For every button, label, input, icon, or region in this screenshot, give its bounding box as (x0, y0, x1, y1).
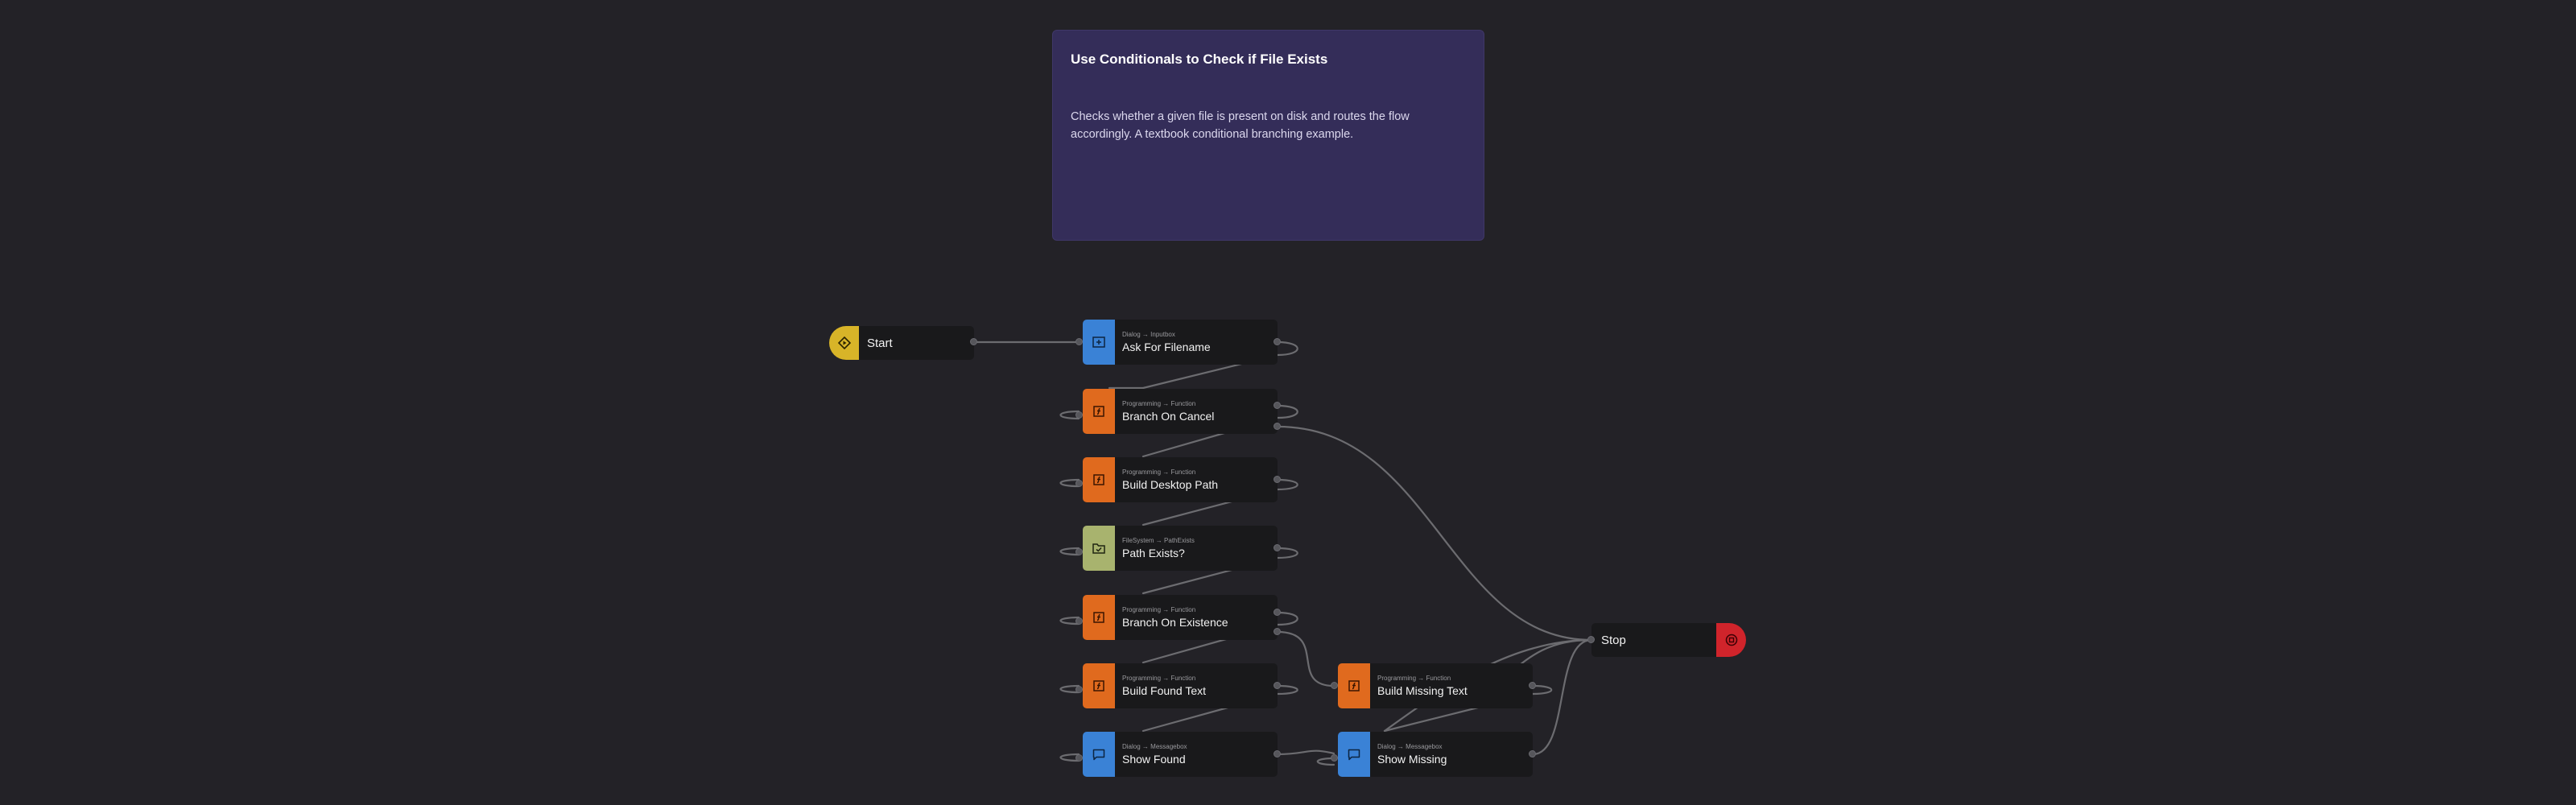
input-box-icon (1083, 320, 1115, 365)
node-foundtext-title: Build Found Text (1122, 684, 1207, 697)
node-build-desktop-path[interactable]: Programming → Function Build Desktop Pat… (1083, 457, 1278, 502)
port-showfound-in[interactable] (1075, 754, 1083, 762)
node-branch-cancel-title: Branch On Cancel (1122, 410, 1215, 423)
node-missingtext-meta: Programming → Function (1377, 675, 1451, 682)
node-stop[interactable]: Stop (1591, 623, 1746, 657)
node-desktop-title: Build Desktop Path (1122, 478, 1219, 491)
port-showmissing-in[interactable] (1331, 754, 1338, 762)
node-showfound-title: Show Found (1122, 753, 1186, 766)
port-showfound-out[interactable] (1274, 750, 1281, 758)
node-show-missing[interactable]: Dialog → Messagebox Show Missing (1338, 732, 1533, 777)
flow-canvas[interactable]: Use Conditionals to Check if File Exists… (0, 0, 2576, 805)
function-icon (1083, 457, 1115, 502)
function-icon (1338, 663, 1370, 708)
node-foundtext-meta: Programming → Function (1122, 675, 1196, 682)
node-pathexists-title: Path Exists? (1122, 547, 1185, 559)
stop-icon (1716, 623, 1746, 657)
port-desktop-in[interactable] (1075, 480, 1083, 487)
port-pathexists-in[interactable] (1075, 548, 1083, 555)
comment-title: Use Conditionals to Check if File Exists (1071, 52, 1328, 67)
port-foundtext-in[interactable] (1075, 686, 1083, 693)
node-desktop-meta: Programming → Function (1122, 469, 1196, 476)
port-ask-in[interactable] (1075, 338, 1083, 345)
node-missingtext-title: Build Missing Text (1377, 684, 1468, 697)
node-stop-title: Stop (1601, 634, 1626, 647)
port-missingtext-in[interactable] (1331, 682, 1338, 689)
wire-showfound-to-showmissing (1276, 749, 1335, 756)
port-branch-cancel-out-true[interactable] (1274, 402, 1281, 409)
message-box-icon (1083, 732, 1115, 777)
play-diamond-icon (829, 326, 859, 360)
port-start-out[interactable] (970, 338, 977, 345)
node-path-exists[interactable]: FileSystem → PathExists Path Exists? (1083, 526, 1278, 571)
node-build-missing-text[interactable]: Programming → Function Build Missing Tex… (1338, 663, 1533, 708)
port-existence-in[interactable] (1075, 617, 1083, 625)
node-pathexists-meta: FileSystem → PathExists (1122, 537, 1195, 544)
node-showmissing-title: Show Missing (1377, 753, 1447, 766)
port-ask-out[interactable] (1274, 338, 1281, 345)
comment-box[interactable]: Use Conditionals to Check if File Exists… (1052, 30, 1484, 241)
node-build-found-text[interactable]: Programming → Function Build Found Text (1083, 663, 1278, 708)
node-existence-meta: Programming → Function (1122, 606, 1196, 613)
node-branch-on-existence[interactable]: Programming → Function Branch On Existen… (1083, 595, 1278, 640)
node-ask-for-filename[interactable]: Dialog → Inputbox Ask For Filename (1083, 320, 1278, 365)
function-icon (1083, 595, 1115, 640)
port-existence-out-false[interactable] (1274, 628, 1281, 635)
wire-existence-to-missingtext (1276, 630, 1335, 687)
port-desktop-out[interactable] (1274, 476, 1281, 483)
wire-cancel-to-stop (1276, 425, 1593, 642)
port-missingtext-out[interactable] (1529, 682, 1536, 689)
node-showmissing-meta: Dialog → Messagebox (1377, 743, 1443, 750)
node-start[interactable]: Start (829, 326, 974, 360)
function-icon (1083, 389, 1115, 434)
node-start-title: Start (867, 336, 893, 350)
folder-check-icon (1083, 526, 1115, 571)
port-foundtext-out[interactable] (1274, 682, 1281, 689)
function-icon (1083, 663, 1115, 708)
node-existence-title: Branch On Existence (1122, 616, 1228, 629)
node-ask-title: Ask For Filename (1122, 341, 1211, 353)
node-branch-on-cancel[interactable]: Programming → Function Branch On Cancel (1083, 389, 1278, 434)
node-ask-meta: Dialog → Inputbox (1122, 331, 1175, 338)
node-branch-cancel-meta: Programming → Function (1122, 400, 1196, 407)
port-showmissing-out[interactable] (1529, 750, 1536, 758)
message-box-icon (1338, 732, 1370, 777)
port-pathexists-out[interactable] (1274, 544, 1281, 551)
port-branch-cancel-in[interactable] (1075, 411, 1083, 419)
wire-showmissing-to-stop (1531, 638, 1593, 756)
node-show-found[interactable]: Dialog → Messagebox Show Found (1083, 732, 1278, 777)
port-existence-out-true[interactable] (1274, 609, 1281, 616)
node-showfound-meta: Dialog → Messagebox (1122, 743, 1187, 750)
port-stop-in[interactable] (1587, 636, 1595, 643)
port-branch-cancel-out-false[interactable] (1274, 423, 1281, 430)
comment-body: Checks whether a given file is present o… (1071, 110, 1410, 141)
